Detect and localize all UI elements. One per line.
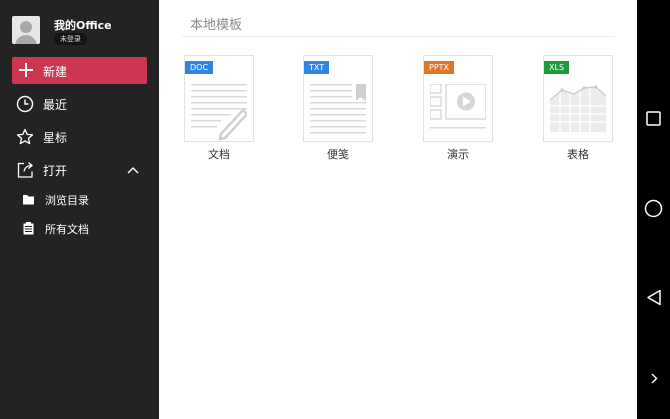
sidebar-subitem-label: 浏览目录	[45, 194, 89, 207]
clock-icon	[16, 95, 34, 113]
open-icon	[17, 162, 33, 178]
doc-thumbnail: DOC	[184, 55, 254, 142]
template-tag: DOC	[185, 61, 214, 74]
sidebar-item-label: 最近	[43, 98, 68, 112]
new-button-label: 新建	[43, 65, 68, 79]
section-title: 本地模板	[190, 18, 243, 33]
system-navigation-bar	[637, 0, 670, 419]
sidebar-subitem-all-documents[interactable]: 所有文档	[22, 219, 142, 239]
pptx-thumbnail: PPTX	[423, 55, 493, 142]
sidebar-subitem-browse[interactable]: 浏览目录	[22, 190, 142, 210]
spreadsheet-chart-icon	[550, 84, 606, 132]
chevron-up-icon[interactable]	[127, 165, 139, 175]
documents-icon	[23, 222, 34, 235]
sidebar-item-label: 打开	[43, 164, 68, 178]
folder-icon	[23, 195, 34, 205]
xls-thumbnail: XLS	[543, 55, 613, 142]
template-tag: PPTX	[424, 61, 455, 74]
sidebar-item-label: 星标	[43, 131, 68, 145]
sidebar-item-starred[interactable]: 星标	[12, 125, 152, 149]
avatar[interactable]	[12, 16, 40, 44]
divider	[182, 36, 615, 37]
profile[interactable]: 我的Office 未登录	[12, 16, 152, 46]
star-icon	[16, 128, 34, 145]
template-tag: XLS	[544, 61, 570, 74]
template-tag: TXT	[304, 61, 330, 74]
main-content: 本地模板 DOC 文档 TXT 便笺 PPTX 演示 XLS 表格	[159, 0, 637, 419]
template-name: 文档	[208, 148, 230, 161]
sidebar: 我的Office 未登录 新建 最近 星标 打开 浏览目录 所有文档	[0, 0, 159, 419]
circle-icon[interactable]	[644, 199, 663, 218]
template-pptx[interactable]: PPTX 演示	[423, 55, 493, 163]
square-icon[interactable]	[646, 111, 661, 126]
template-name: 表格	[567, 148, 589, 161]
chevron-right-icon[interactable]	[650, 373, 658, 384]
txt-thumbnail: TXT	[303, 55, 373, 142]
template-txt[interactable]: TXT 便笺	[303, 55, 373, 163]
sidebar-subitem-label: 所有文档	[45, 223, 89, 236]
slides-icon	[430, 84, 486, 129]
template-name: 便笺	[327, 148, 349, 161]
back-triangle-icon[interactable]	[646, 289, 662, 306]
template-name: 演示	[447, 148, 469, 161]
note-lines-icon	[310, 84, 366, 134]
new-button[interactable]: 新建	[12, 57, 147, 84]
plus-icon	[19, 63, 33, 77]
template-doc[interactable]: DOC 文档	[184, 55, 254, 163]
sidebar-item-recent[interactable]: 最近	[12, 92, 152, 116]
profile-name: 我的Office	[54, 19, 112, 32]
template-xls[interactable]: XLS 表格	[543, 55, 613, 163]
document-lines-icon	[191, 84, 247, 141]
login-status-badge[interactable]: 未登录	[54, 33, 87, 45]
